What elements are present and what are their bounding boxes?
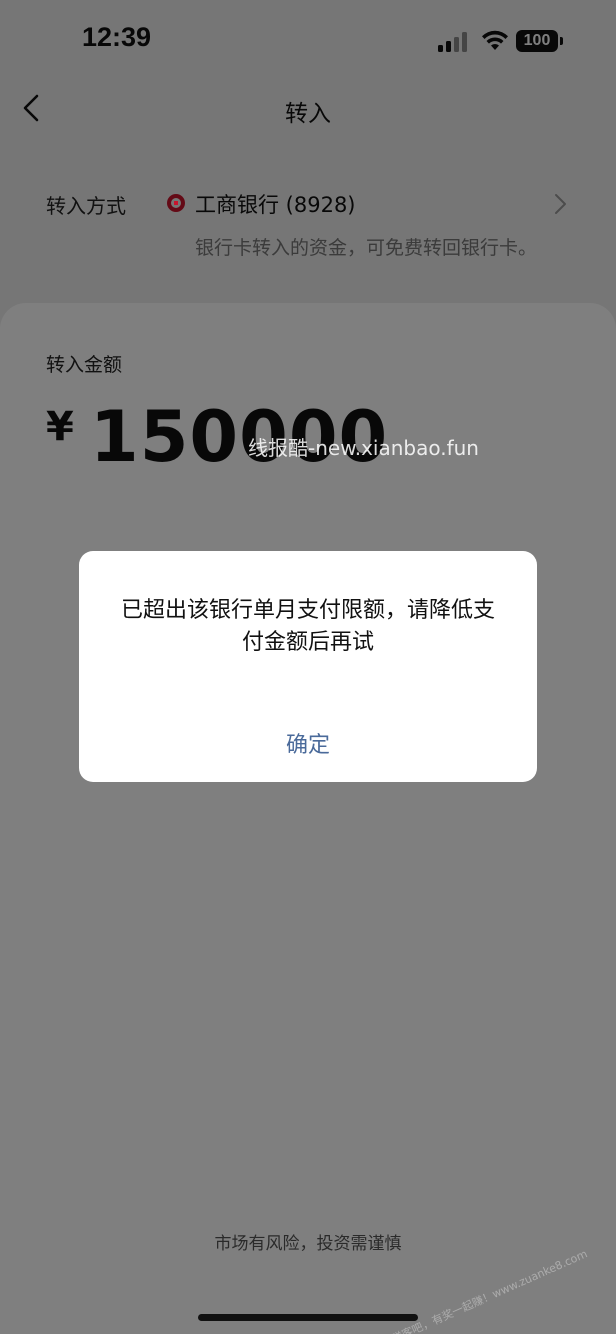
confirm-button[interactable]: 确定	[79, 727, 537, 759]
home-indicator[interactable]	[198, 1314, 418, 1321]
watermark-text: 线报酷-new.xianbao.fun	[248, 436, 479, 460]
limit-exceeded-dialog: 已超出该银行单月支付限额，请降低支付金额后再试 确定	[79, 551, 537, 782]
dialog-message: 已超出该银行单月支付限额，请降低支付金额后再试	[120, 598, 495, 655]
transfer-in-screen: 12:39 100 转入 转入方式 工商银行 (8928) 银行卡转入的资金，可…	[0, 0, 616, 1334]
